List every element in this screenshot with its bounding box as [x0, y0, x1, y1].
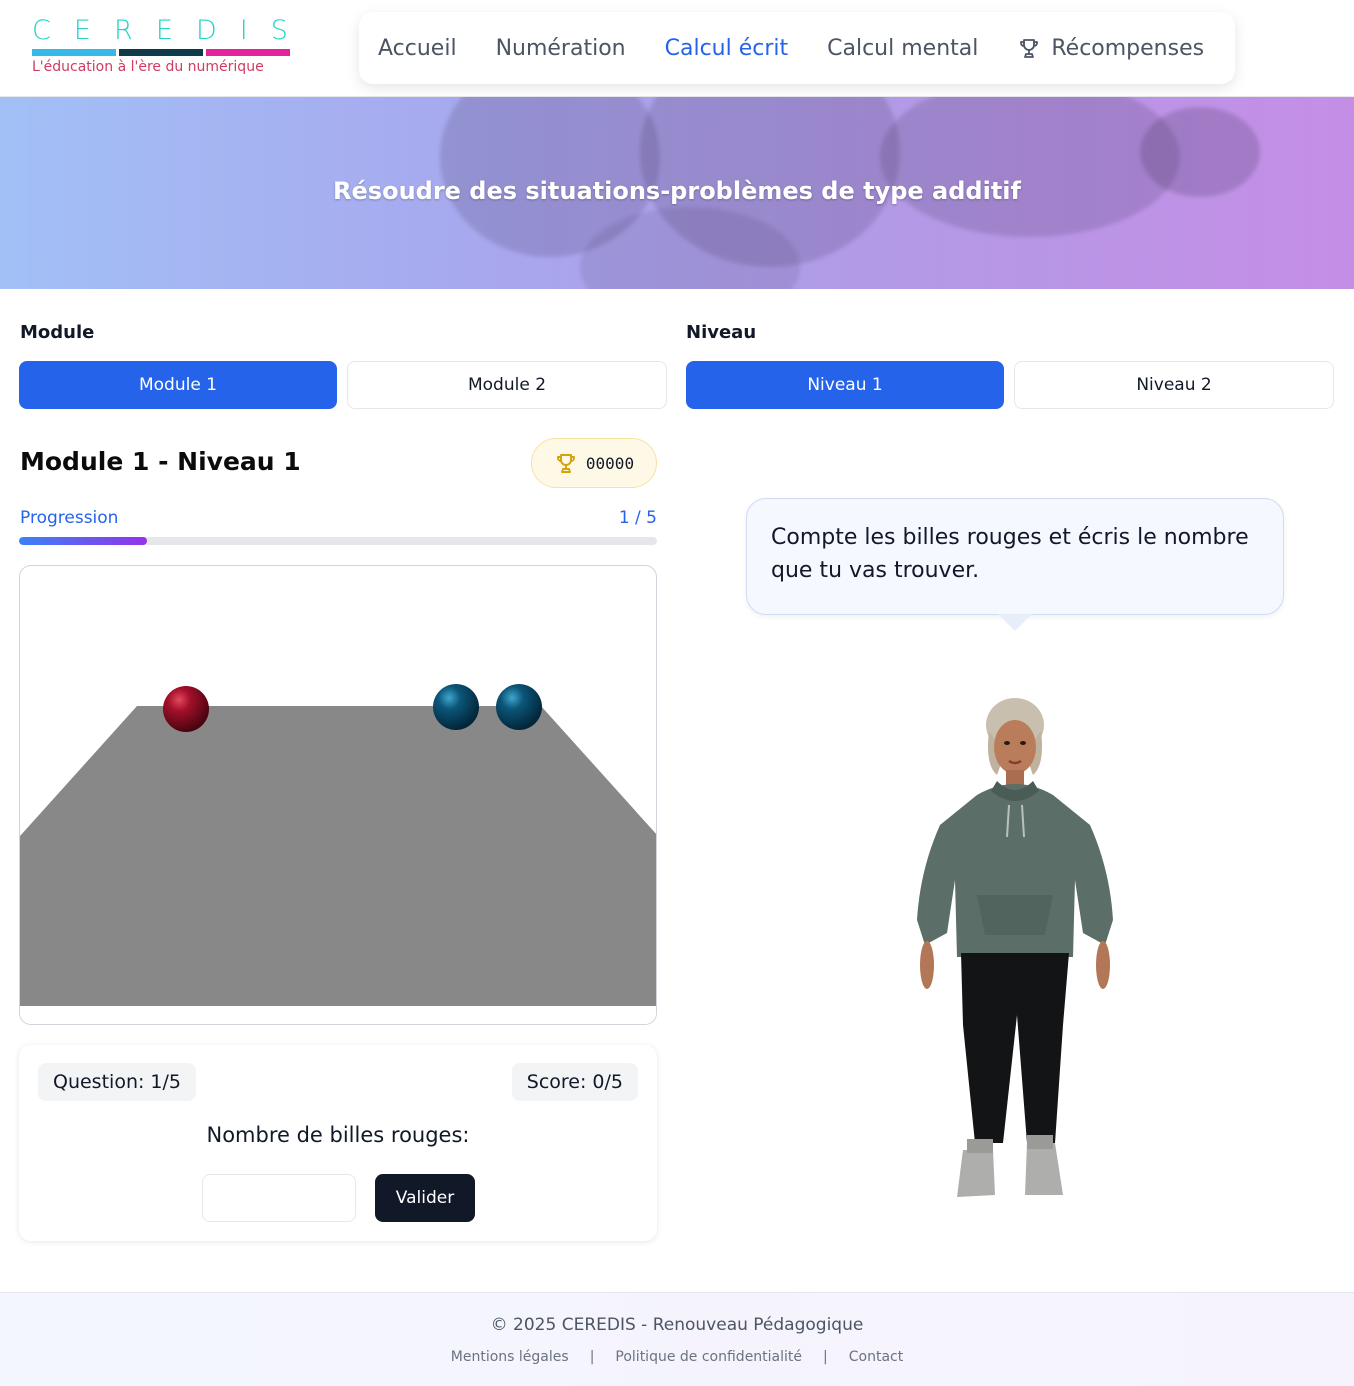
validate-button[interactable]: Valider	[375, 1174, 475, 1222]
logo-wordmark: C E R E D I S	[32, 16, 288, 46]
blue-marble	[433, 684, 479, 730]
question-card: Question: 1/5 Score: 0/5 Nombre de bille…	[19, 1045, 657, 1241]
logo-bar-navy	[119, 49, 203, 56]
nav-item-recompenses[interactable]: Récompenses	[1017, 36, 1204, 61]
assistant-speech-bubble: Compte les billes rouges et écris le nom…	[746, 498, 1284, 615]
progress-count: 1 / 5	[618, 508, 657, 528]
ceredis-logo[interactable]: C E R E D I S L'éducation à l'ère du num…	[32, 16, 292, 82]
logo-letter: R	[114, 15, 133, 46]
level-label: Niveau	[686, 322, 757, 343]
assistant-avatar	[905, 695, 1125, 1200]
module-label: Module	[20, 322, 95, 343]
footer-separator: |	[589, 1349, 595, 1365]
nav-item-calcul-ecrit[interactable]: Calcul écrit	[665, 36, 789, 61]
points-badge: 00000	[531, 438, 657, 488]
exercise-title: Module 1 - Niveau 1	[20, 447, 301, 476]
logo-bar-cyan	[32, 49, 116, 56]
logo-letter: D	[195, 15, 217, 46]
hero-banner: Résoudre des situations-problèmes de typ…	[0, 97, 1354, 289]
hero-title: Résoudre des situations-problèmes de typ…	[333, 177, 1021, 205]
speech-bubble-tail	[998, 614, 1032, 631]
question-prompt: Nombre de billes rouges:	[206, 1123, 470, 1147]
logo-letter: E	[155, 15, 173, 46]
logo-letter: C	[32, 15, 51, 46]
footer-link-privacy[interactable]: Politique de confidentialité	[615, 1349, 802, 1365]
footer-link-mentions-legales[interactable]: Mentions légales	[451, 1349, 569, 1365]
points-value: 00000	[585, 453, 635, 473]
progress-bar-fill	[19, 537, 147, 545]
main-nav: Accueil Numération Calcul écrit Calcul m…	[359, 12, 1235, 84]
logo-letter: S	[270, 15, 288, 46]
table-surface	[20, 706, 656, 1006]
site-header: C E R E D I S L'éducation à l'ère du num…	[0, 0, 1354, 97]
hero-photo-shape	[880, 97, 1180, 237]
answer-input[interactable]	[202, 1174, 356, 1222]
marbles-scene-canvas	[20, 684, 656, 1024]
blue-marble	[496, 684, 542, 730]
logo-letter: I	[239, 15, 248, 46]
footer-separator: |	[823, 1349, 828, 1365]
level-2-button[interactable]: Niveau 2	[1014, 361, 1334, 409]
logo-bar-magenta	[206, 49, 290, 56]
red-marble	[163, 686, 209, 732]
module-2-button[interactable]: Module 2	[347, 361, 667, 409]
nav-item-numeration[interactable]: Numération	[496, 36, 626, 61]
nav-item-calcul-mental[interactable]: Calcul mental	[827, 36, 978, 61]
module-1-button[interactable]: Module 1	[19, 361, 337, 409]
nav-item-accueil[interactable]: Accueil	[378, 36, 457, 61]
logo-color-bars	[32, 49, 292, 56]
footer-links: Mentions légales | Politique de confiden…	[0, 1349, 1354, 1365]
question-counter: Question: 1/5	[38, 1063, 196, 1101]
footer-copyright: © 2025 CEREDIS - Renouveau Pédagogique	[490, 1315, 864, 1335]
progress-bar	[19, 537, 657, 545]
site-footer: © 2025 CEREDIS - Renouveau Pédagogique M…	[0, 1292, 1354, 1386]
level-1-button[interactable]: Niveau 1	[686, 361, 1004, 409]
progress-label: Progression	[20, 508, 119, 528]
trophy-icon	[554, 451, 578, 475]
marbles-scene[interactable]	[19, 565, 657, 1025]
logo-tagline: L'éducation à l'ère du numérique	[32, 59, 264, 75]
nav-item-recompenses-label: Récompenses	[1051, 35, 1205, 61]
score-counter: Score: 0/5	[511, 1063, 638, 1101]
logo-letter: E	[73, 15, 91, 46]
footer-link-contact[interactable]: Contact	[849, 1349, 903, 1365]
trophy-icon	[1017, 36, 1041, 60]
